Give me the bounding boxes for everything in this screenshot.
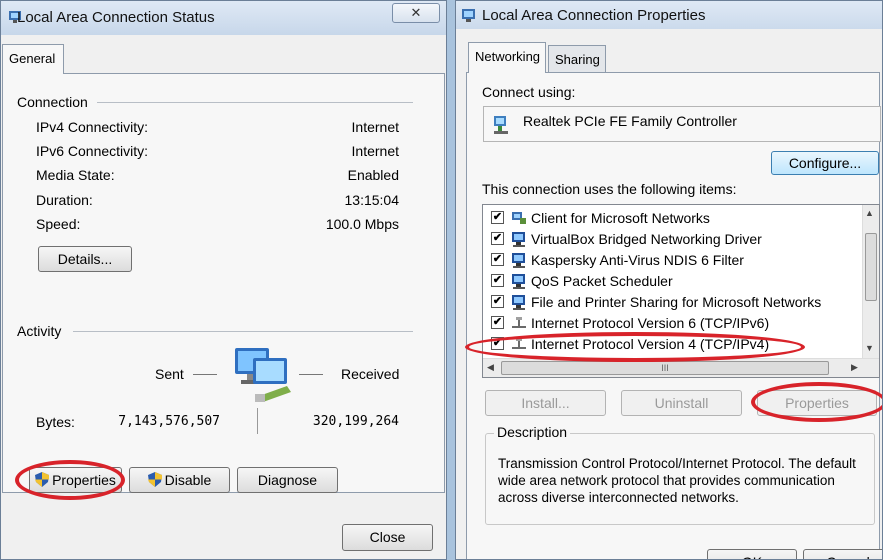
- item-checkbox[interactable]: ✔: [491, 253, 504, 266]
- item-checkbox[interactable]: ✔: [491, 316, 504, 329]
- status-title-bar[interactable]: Local Area Connection Status ✕: [1, 1, 446, 35]
- scroll-down-icon[interactable]: ▼: [865, 343, 874, 353]
- general-panel: Connection IPv4 Connectivity: Internet I…: [2, 73, 445, 500]
- configure-button[interactable]: Configure...: [771, 151, 879, 175]
- network-service-icon: [511, 294, 527, 310]
- cancel-button[interactable]: Cancel: [803, 549, 882, 559]
- status-close-button[interactable]: Close: [342, 524, 433, 551]
- scroll-left-icon[interactable]: ◀: [487, 362, 494, 373]
- disable-label: Disable: [164, 472, 212, 488]
- adapter-box: Realtek PCIe FE Family Controller: [483, 106, 881, 142]
- item-checkbox[interactable]: ✔: [491, 295, 504, 308]
- duration-label: Duration:: [36, 192, 93, 208]
- highlight-circle-item-properties: [751, 382, 882, 422]
- item-label: Kaspersky Anti-Virus NDIS 6 Filter: [531, 252, 744, 268]
- description-text: Transmission Control Protocol/Internet P…: [498, 456, 856, 505]
- item-label: VirtualBox Bridged Networking Driver: [531, 231, 762, 247]
- activity-divider: [73, 331, 413, 332]
- status-close-title-button[interactable]: ✕: [392, 3, 440, 23]
- bytes-divider: [257, 408, 258, 434]
- items-label: This connection uses the following items…: [482, 181, 737, 197]
- properties-window-title: Local Area Connection Properties: [482, 7, 706, 24]
- bytes-received-value: 320,199,264: [312, 414, 399, 429]
- connection-heading: Connection: [17, 94, 88, 110]
- uninstall-button[interactable]: Uninstall: [621, 390, 742, 416]
- highlight-circle-ipv4: [465, 332, 805, 362]
- tab-general[interactable]: General: [2, 44, 64, 74]
- close-icon: ✕: [410, 5, 422, 20]
- ok-button[interactable]: OK: [707, 549, 797, 559]
- item-label: File and Printer Sharing for Microsoft N…: [531, 294, 822, 310]
- tab-sharing[interactable]: Sharing: [548, 45, 606, 73]
- connection-properties-window: Local Area Connection Properties Network…: [455, 0, 883, 560]
- connection-status-window: Local Area Connection Status ✕ General C…: [0, 0, 447, 560]
- scroll-up-icon[interactable]: ▲: [865, 208, 874, 218]
- received-line: [299, 374, 323, 375]
- highlight-circle-status-properties: [15, 460, 125, 500]
- client-icon: [511, 210, 527, 226]
- network-computers-icon: [235, 348, 291, 402]
- network-adapter-icon: [494, 116, 508, 134]
- item-label: Internet Protocol Version 6 (TCP/IPv6): [531, 315, 770, 331]
- ipv6-connectivity-value: Internet: [351, 143, 399, 159]
- duration-value: 13:15:04: [344, 192, 400, 208]
- item-label: QoS Packet Scheduler: [531, 273, 673, 289]
- ipv4-connectivity-value: Internet: [351, 119, 399, 135]
- networking-panel: Connect using: Realtek PCIe FE Family Co…: [465, 72, 882, 559]
- properties-client-area: Networking Sharing Connect using: Realte…: [456, 29, 882, 559]
- tab-networking[interactable]: Networking: [468, 42, 546, 73]
- speed-value: 100.0 Mbps: [325, 216, 399, 232]
- disable-button[interactable]: Disable: [129, 467, 230, 493]
- connect-using-label: Connect using:: [482, 84, 576, 100]
- status-client-area: General Connection IPv4 Connectivity: In…: [1, 35, 446, 559]
- install-button[interactable]: Install...: [485, 390, 606, 416]
- horizontal-scroll-thumb[interactable]: III: [501, 361, 829, 375]
- network-service-icon: [511, 273, 527, 289]
- item-checkbox[interactable]: ✔: [491, 274, 504, 287]
- status-window-title: Local Area Connection Status: [17, 9, 215, 26]
- activity-heading: Activity: [17, 323, 62, 339]
- received-label: Received: [341, 366, 400, 382]
- diagnose-button[interactable]: Diagnose: [237, 467, 338, 493]
- adapter-name: Realtek PCIe FE Family Controller: [523, 113, 737, 129]
- uac-shield-icon: [147, 472, 162, 487]
- ipv4-connectivity-label: IPv4 Connectivity:: [36, 119, 149, 135]
- sent-line: [193, 374, 217, 375]
- description-group: Description Transmission Control Protoco…: [485, 424, 875, 525]
- network-properties-icon: [462, 9, 475, 22]
- details-button[interactable]: Details...: [38, 246, 132, 272]
- ipv6-connectivity-label: IPv6 Connectivity:: [36, 143, 149, 159]
- bytes-label: Bytes:: [36, 414, 75, 430]
- vertical-scrollbar[interactable]: ▲ ▼: [862, 205, 879, 359]
- bytes-sent-value: 7,143,576,507: [118, 414, 220, 429]
- protocol-icon: [511, 315, 527, 331]
- network-service-icon: [511, 252, 527, 268]
- item-label: Client for Microsoft Networks: [531, 210, 710, 226]
- media-state-value: Enabled: [347, 167, 399, 183]
- network-service-icon: [511, 231, 527, 247]
- vertical-scroll-thumb[interactable]: [865, 233, 877, 301]
- connection-divider: [97, 102, 413, 103]
- item-checkbox[interactable]: ✔: [491, 211, 504, 224]
- speed-label: Speed:: [36, 216, 81, 232]
- scroll-right-icon[interactable]: ▶: [851, 362, 858, 373]
- media-state-label: Media State:: [36, 167, 115, 183]
- item-checkbox[interactable]: ✔: [491, 232, 504, 245]
- sent-label: Sent: [155, 366, 184, 382]
- description-heading: Description: [494, 424, 571, 440]
